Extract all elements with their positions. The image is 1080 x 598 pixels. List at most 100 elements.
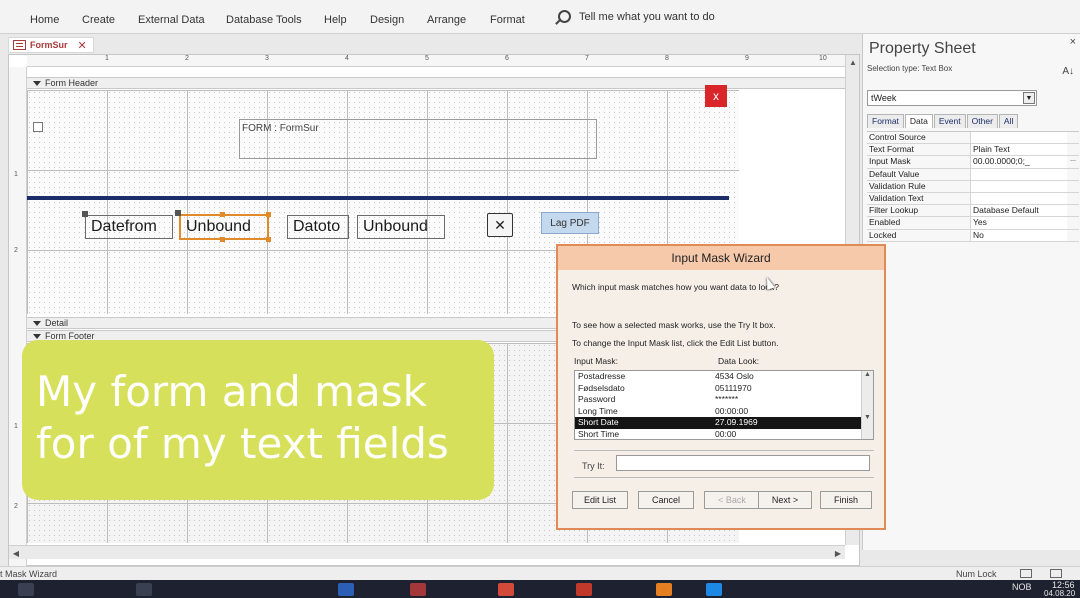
tab-event[interactable]: Event [933,114,966,128]
checkbox-control[interactable] [33,122,43,132]
property-row[interactable]: Control Source [867,132,1079,145]
list-item-selected[interactable]: Short Date 27.09.1969 [575,417,873,429]
property-value[interactable] [971,192,1067,205]
datefrom-label[interactable]: Datefrom [85,215,173,239]
resize-handle[interactable] [220,237,225,242]
list-scrollbar[interactable]: ▲ ▼ [861,371,873,439]
close-icon[interactable]: ✕ [78,39,87,52]
move-handle[interactable] [82,211,88,217]
tab-format[interactable]: Format [867,114,904,128]
scroll-right-icon[interactable]: ▶ [831,546,845,560]
property-sheet-title: Property Sheet [869,40,976,57]
document-tab-formsur[interactable]: FormSur ✕ [8,37,94,53]
list-item[interactable]: Postadresse 4534 Oslo [575,371,873,383]
sort-icon[interactable]: A↓ [1062,66,1074,77]
datoto-textbox[interactable]: Unbound [357,215,445,239]
task-view-icon[interactable] [136,583,152,596]
resize-handle[interactable] [220,212,225,217]
try-it-label: Try It: [582,461,605,471]
ruler-number: 1 [14,423,18,430]
resize-handle[interactable] [266,237,271,242]
form-view-icon[interactable] [1020,569,1032,578]
access-icon[interactable] [410,583,426,596]
move-handle[interactable] [175,210,181,216]
cancel-button[interactable]: Cancel [638,491,694,509]
edge-icon[interactable] [706,583,722,596]
property-row[interactable]: Validation Rule [867,180,1079,193]
language-indicator[interactable]: NOB [1012,582,1032,592]
close-form-button[interactable]: x [705,85,727,107]
edit-list-button[interactable]: Edit List [572,491,628,509]
scroll-down-icon[interactable]: ▼ [862,414,873,421]
property-value[interactable]: No [971,229,1067,241]
tab-all[interactable]: All [998,114,1019,128]
list-item[interactable]: Short Time 00:00 [575,429,873,441]
list-item[interactable]: Fødselsdato 05111970 [575,383,873,395]
tab-design[interactable]: Design [370,14,404,26]
tab-home[interactable]: Home [30,14,59,26]
chrome-icon[interactable] [498,583,514,596]
wizard-hint-try: To see how a selected mask works, use th… [572,320,776,330]
input-mask-list[interactable]: Postadresse 4534 Oslo Fødselsdato 05111970… [574,370,874,440]
word-icon[interactable] [338,583,354,596]
finish-button[interactable]: Finish [820,491,872,509]
property-row[interactable]: Enabled Yes [867,217,1079,230]
tell-me-search[interactable]: Tell me what you want to do [558,10,715,23]
clock-date[interactable]: 04.08.20 [1044,589,1075,598]
ruler-number: 2 [14,503,18,510]
lag-pdf-button[interactable]: Lag PDF [541,212,599,234]
property-value[interactable]: Database Default [971,205,1067,217]
property-row[interactable]: Text Format Plain Text [867,144,1079,157]
property-value[interactable] [971,168,1067,180]
property-row[interactable]: Locked No [867,229,1079,242]
datasheet-view-icon[interactable] [1050,569,1062,578]
app-icon[interactable] [576,583,592,596]
tab-external-data[interactable]: External Data [138,14,205,26]
property-value[interactable]: Plain Text [971,144,1067,156]
tab-help[interactable]: Help [324,14,347,26]
tab-other[interactable]: Other [966,114,998,128]
property-row[interactable]: Default Value [867,168,1079,181]
property-value[interactable]: 00.00.0000;0;_ [971,156,1067,168]
close-icon[interactable]: × [1070,36,1076,48]
tab-create[interactable]: Create [82,14,115,26]
vlc-icon[interactable] [656,583,672,596]
wizard-title[interactable]: Input Mask Wizard [558,246,884,270]
property-value[interactable]: Yes [971,217,1067,229]
property-row[interactable]: Validation Text [867,192,1079,206]
property-row[interactable]: Input Mask 00.00.0000;0;_... [867,156,1079,169]
header-divider-line[interactable] [27,196,729,200]
tab-database-tools[interactable]: Database Tools [226,14,302,26]
back-button[interactable]: < Back [704,491,760,509]
scroll-up-icon[interactable]: ▲ [846,55,860,69]
section-collapse-icon [33,80,41,86]
builder-button[interactable]: ... [1067,156,1079,167]
next-button[interactable]: Next > [758,491,812,509]
property-value[interactable] [971,180,1067,192]
mask-look: 4534 Oslo [715,371,754,381]
start-icon[interactable] [18,583,34,596]
annotation-line-1: My form and mask [36,367,427,416]
detail-label: Detail [45,318,69,328]
selection-type: Selection type: Text Box [867,64,953,73]
input-mask-wizard-dialog: Input Mask Wizard Which input mask match… [556,244,886,530]
clear-button[interactable]: ✕ [487,213,513,237]
tab-arrange[interactable]: Arrange [427,14,466,26]
tab-format[interactable]: Format [490,14,525,26]
object-selector[interactable]: tWeek ▼ [867,90,1037,106]
horizontal-scrollbar[interactable]: ◀ ▶ [9,545,845,559]
list-item[interactable]: Long Time 00:00:00 [575,406,873,418]
ruler-number: 1 [14,171,18,178]
list-item[interactable]: Password ******* [575,394,873,406]
try-it-input[interactable] [616,455,870,471]
property-value[interactable] [971,132,1067,144]
resize-handle[interactable] [266,212,271,217]
chevron-down-icon[interactable]: ▼ [1023,92,1035,104]
mask-look: 00:00 [715,428,737,439]
scroll-left-icon[interactable]: ◀ [9,546,23,560]
property-row[interactable]: Filter Lookup Database Default [867,205,1079,218]
form-title-label[interactable]: FORM : FormSur [239,119,597,159]
tab-data[interactable]: Data [904,114,933,128]
scroll-up-icon[interactable]: ▲ [862,371,873,378]
datoto-label[interactable]: Datoto [287,215,349,239]
